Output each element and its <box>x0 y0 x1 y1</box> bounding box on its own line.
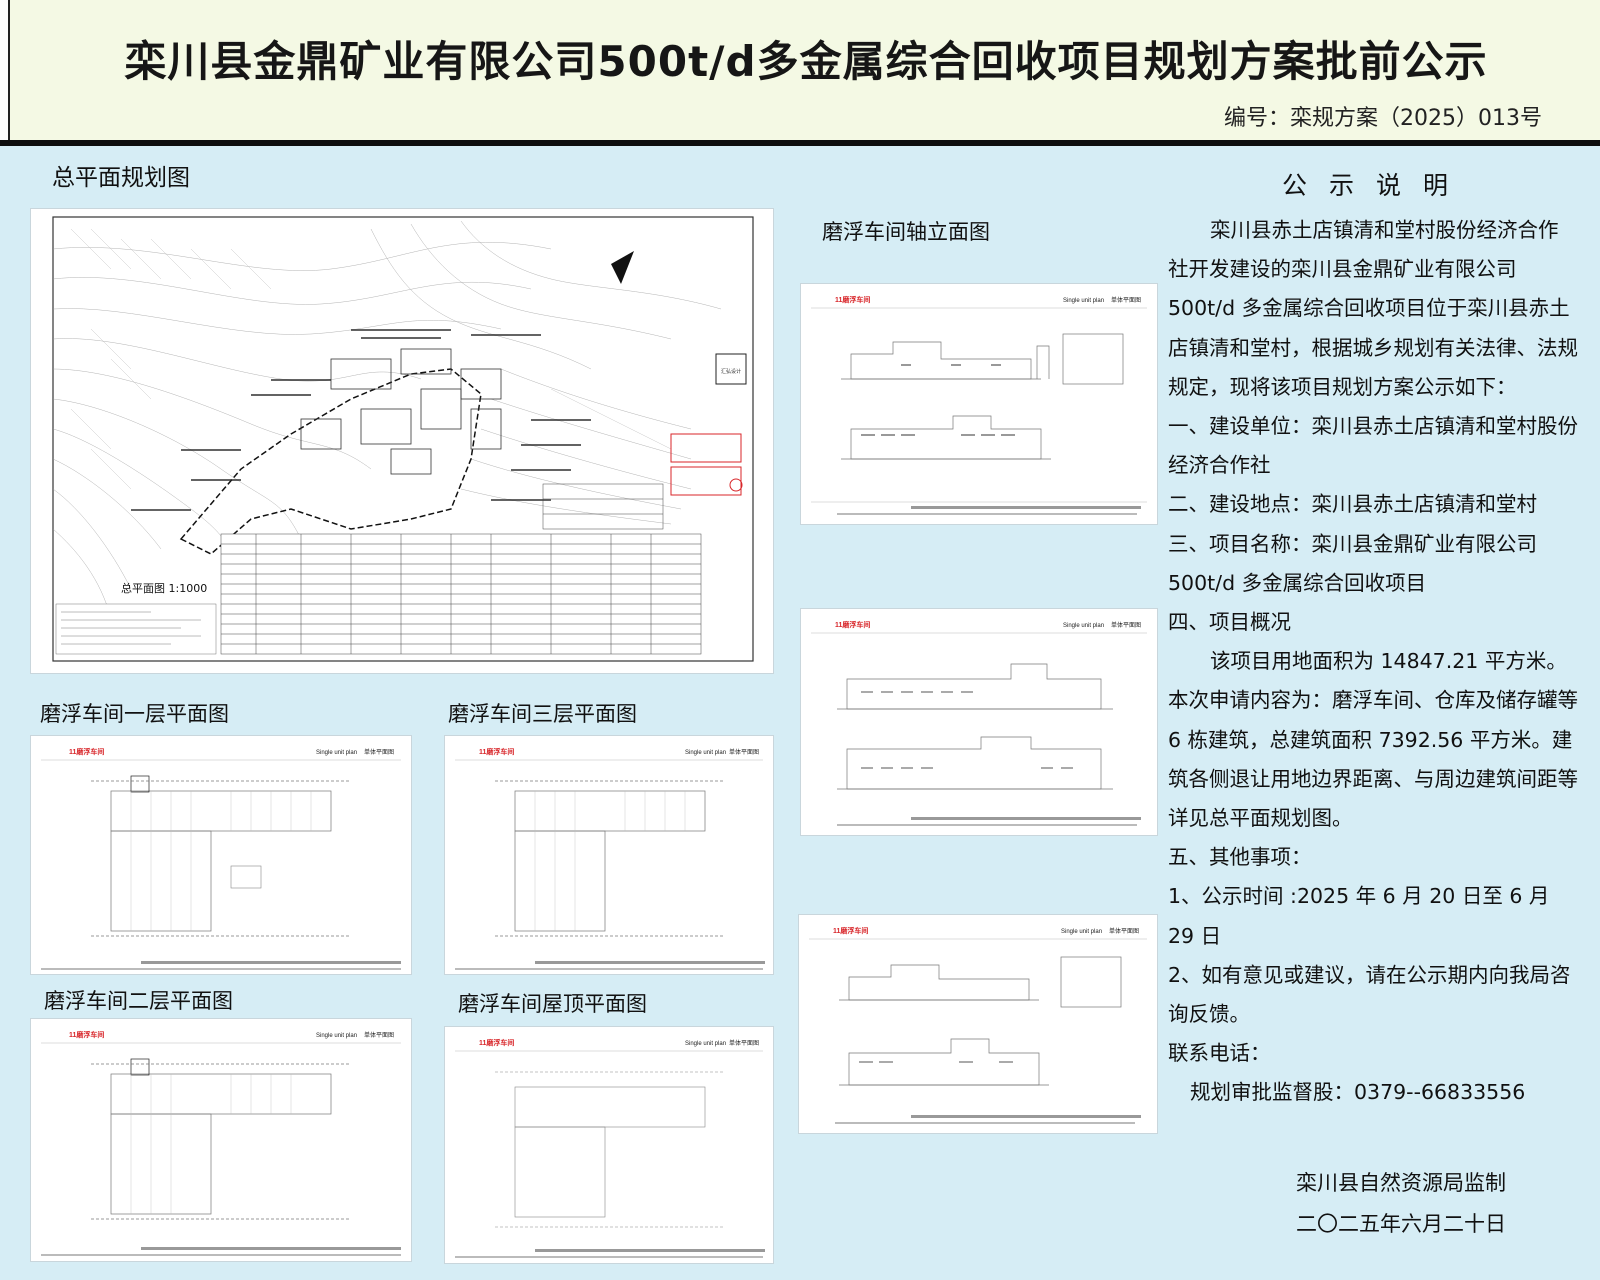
sheet-right-label: Single unit plan <box>1063 623 1104 629</box>
notice-title: 公示说明 <box>1282 171 1471 200</box>
header-banner: 栾川县金鼎矿业有限公司500t/d多金属综合回收项目规划方案批前公示 编号：栾规… <box>8 0 1600 140</box>
issue-date: 二〇二五年六月二十日 <box>1296 1212 1506 1236</box>
sheet-right-cn: 单体平面图 <box>729 1039 759 1047</box>
issuer: 栾川县自然资源局监制 <box>1296 1171 1506 1195</box>
site-plan-label: 总平面规划图 <box>52 165 190 191</box>
roof-plan[interactable]: 11磨浮车间 Single unit plan 单体平面图 <box>444 1026 774 1264</box>
sheet-right-cn: 单体平面图 <box>364 1031 394 1039</box>
floor1-plan[interactable]: 11磨浮车间 Single unit plan 单体平面图 <box>30 735 412 975</box>
elevation-sheet-2[interactable]: 11磨浮车间 Single unit plan 单体平面图 <box>800 608 1158 836</box>
sheet-right-label: Single unit plan <box>316 750 357 756</box>
sheet-right-cn: 单体平面图 <box>729 748 759 756</box>
notice-item-project: 三、项目名称：栾川县金鼎矿业有限公司500t/d 多金属综合回收项目 <box>1168 531 1537 595</box>
elevation-label: 磨浮车间轴立面图 <box>822 220 990 244</box>
floor2-plan[interactable]: 11磨浮车间 Single unit plan 单体平面图 <box>30 1018 412 1262</box>
notice-contact-label: 联系电话： <box>1168 1041 1271 1066</box>
notice-item-location: 二、建设地点：栾川县赤土店镇清和堂村 <box>1168 492 1537 517</box>
svg-text:汇弘设计: 汇弘设计 <box>721 368 741 375</box>
sheet-tag: 11磨浮车间 <box>835 620 870 629</box>
sheet-right-label: Single unit plan <box>1061 929 1102 935</box>
sheet-right-label: Single unit plan <box>685 750 726 756</box>
sheet-tag: 11磨浮车间 <box>69 1030 104 1039</box>
notice-overview-text: 该项目用地面积为 14847.21 平方米。本次申请内容为：磨浮车间、仓库及储存… <box>1168 649 1578 831</box>
sheet-tag: 11磨浮车间 <box>833 926 868 935</box>
sheet-right-cn: 单体平面图 <box>1109 927 1139 935</box>
notice-body: 栾川县赤土店镇清和堂村股份经济合作社开发建设的栾川县金鼎矿业有限公司500t/d… <box>1168 211 1578 1113</box>
notice-contact-phone: 规划审批监督股：0379--66833556 <box>1190 1080 1526 1105</box>
sheet-tag: 11磨浮车间 <box>479 747 514 756</box>
sheet-right-cn: 单体平面图 <box>1111 296 1141 304</box>
sheet-right-cn: 单体平面图 <box>364 748 394 756</box>
notice-intro: 栾川县赤土店镇清和堂村股份经济合作社开发建设的栾川县金鼎矿业有限公司500t/d… <box>1168 218 1578 399</box>
floor2-label: 磨浮车间二层平面图 <box>44 989 233 1013</box>
floor3-plan[interactable]: 11磨浮车间 Single unit plan 单体平面图 <box>444 735 774 975</box>
elevation-sheet-3[interactable]: 11磨浮车间 Single unit plan 单体平面图 <box>798 914 1158 1134</box>
elevation-sheet-1[interactable]: 11磨浮车间 Single unit plan 单体平面图 <box>800 283 1158 525</box>
site-plan-drawing[interactable]: 汇弘设计 总平面图 1:1000 <box>30 208 774 674</box>
notice-item-overview: 四、项目概况 <box>1168 610 1291 635</box>
sheet-right-label: Single unit plan <box>1063 298 1104 304</box>
notice-feedback: 2、如有意见或建议，请在公示期内向我局咨询反馈。 <box>1168 962 1571 1027</box>
roof-label: 磨浮车间屋顶平面图 <box>458 992 647 1016</box>
document-number: 编号：栾规方案（2025）013号 <box>1224 106 1542 131</box>
sheet-right-cn: 单体平面图 <box>1111 621 1141 629</box>
floor3-label: 磨浮车间三层平面图 <box>448 702 637 726</box>
sheet-right-label: Single unit plan <box>685 1041 726 1047</box>
floor1-label: 磨浮车间一层平面图 <box>40 702 229 726</box>
page-title: 栾川县金鼎矿业有限公司500t/d多金属综合回收项目规划方案批前公示 <box>124 37 1488 86</box>
sheet-tag: 11磨浮车间 <box>69 747 104 756</box>
sheet-right-label: Single unit plan <box>316 1033 357 1039</box>
notice-item-other: 五、其他事项： <box>1168 845 1312 870</box>
notice-item-builder: 一、建设单位：栾川县赤土店镇清和堂村股份经济合作社 <box>1168 414 1578 478</box>
site-plan-caption: 总平面图 1:1000 <box>121 581 207 595</box>
notice-period: 1、公示时间 :2025 年 6 月 20 日至 6 月 29 日 <box>1168 884 1550 948</box>
sheet-tag: 11磨浮车间 <box>479 1038 514 1047</box>
sheet-tag: 11磨浮车间 <box>835 295 870 304</box>
